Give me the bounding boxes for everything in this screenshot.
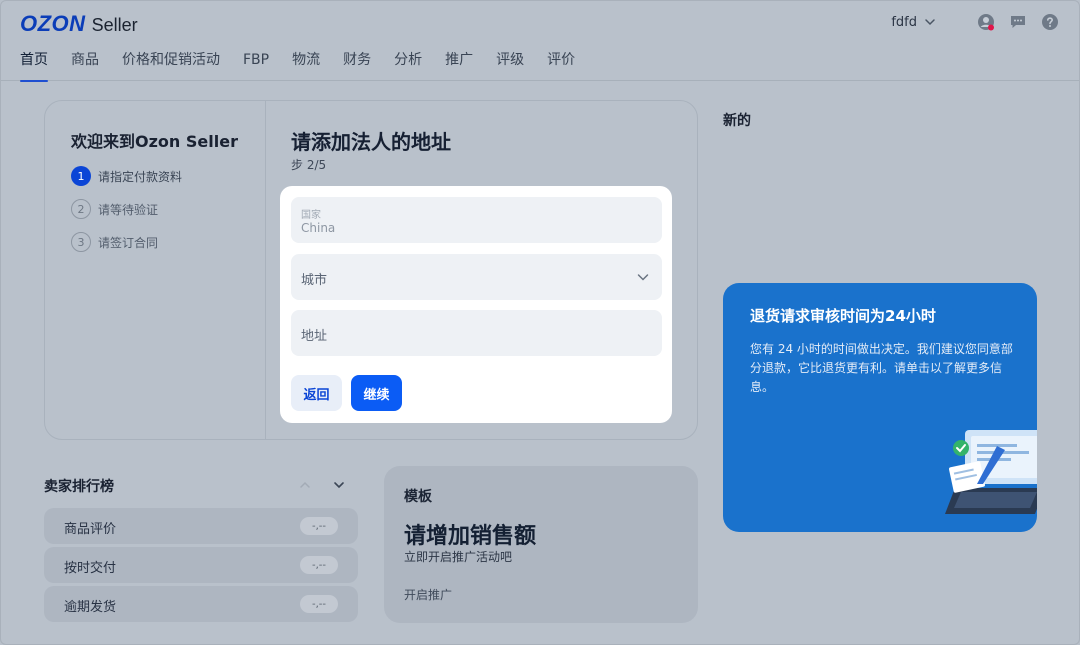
rating-row[interactable]: 逾期发货 -,--	[44, 586, 358, 622]
main-nav: 首页 商品 价格和促销活动 FBP 物流 财务 分析 推广 评级 评价	[20, 49, 598, 82]
city-select[interactable]: 城市	[291, 254, 662, 300]
divider	[265, 101, 266, 439]
address-form: 国家 China 城市 地址 返回 继续	[280, 186, 672, 423]
template-tag: 模板	[404, 489, 432, 505]
step-item: 3 请签订合同	[71, 232, 182, 252]
header-actions: fdfd	[891, 11, 1059, 33]
rating-value: -,--	[300, 595, 338, 613]
template-title: 请增加销售额	[404, 524, 537, 549]
laptop-document-illustration-icon	[945, 430, 1037, 514]
nav-products[interactable]: 商品	[71, 49, 99, 81]
continue-button[interactable]: 继续	[351, 375, 402, 411]
chevron-up-icon[interactable]	[297, 477, 313, 493]
form-title: 请添加法人的地址	[291, 130, 451, 154]
rating-row[interactable]: 按时交付 -,--	[44, 547, 358, 583]
nav-promotion[interactable]: 推广	[445, 49, 473, 81]
step-label: 请指定付款资料	[98, 169, 183, 184]
rating-row[interactable]: 商品评价 -,--	[44, 508, 358, 544]
news-title: 新的	[723, 113, 751, 129]
city-placeholder: 城市	[301, 273, 328, 288]
help-icon[interactable]	[1041, 13, 1059, 31]
rating-label: 逾期发货	[64, 600, 117, 615]
chevron-down-icon[interactable]	[923, 15, 937, 29]
logo-product: Seller	[91, 15, 138, 35]
address-placeholder: 地址	[301, 329, 328, 344]
form-step: 步 2/5	[291, 158, 327, 172]
rating-value: -,--	[300, 556, 338, 574]
chevron-down-icon	[637, 274, 649, 281]
logo-brand: OZON	[20, 11, 86, 36]
top-bar: OZON Seller fdfd 首页 商品 价格和促销活动 FBP 物流 财务…	[1, 1, 1079, 82]
step-number: 3	[71, 232, 91, 252]
step-label: 请等待验证	[98, 202, 159, 217]
welcome-title: 欢迎来到Ozon Seller	[71, 132, 238, 151]
promo-text: 您有 24 小时的时间做出决定。我们建议您同意部分退款，它比退货更有利。请单击以…	[750, 342, 1013, 394]
nav-fbp[interactable]: FBP	[243, 49, 269, 81]
step-number: 2	[71, 199, 91, 219]
template-card: 模板 请增加销售额 立即开启推广活动吧 开启推广	[384, 466, 698, 623]
step-item: 2 请等待验证	[71, 199, 182, 219]
step-number: 1	[71, 166, 91, 186]
back-button[interactable]: 返回	[291, 375, 342, 411]
nav-analytics[interactable]: 分析	[394, 49, 422, 81]
nav-rating[interactable]: 评级	[496, 49, 524, 81]
nav-reviews[interactable]: 评价	[547, 49, 575, 81]
account-icon[interactable]	[977, 13, 995, 31]
app-frame: OZON Seller fdfd 首页 商品 价格和促销活动 FBP 物流 财务…	[0, 0, 1080, 645]
rating-label: 按时交付	[64, 561, 117, 576]
nav-finance[interactable]: 财务	[343, 49, 371, 81]
logo[interactable]: OZON Seller	[20, 11, 138, 37]
address-input[interactable]: 地址	[291, 310, 662, 356]
chevron-down-icon[interactable]	[331, 477, 347, 493]
onboarding-steps: 1 请指定付款资料 2 请等待验证 3 请签订合同	[71, 166, 182, 265]
nav-logistics[interactable]: 物流	[292, 49, 320, 81]
returns-promo-card[interactable]: 退货请求审核时间为24小时 您有 24 小时的时间做出决定。我们建议您同意部分退…	[723, 283, 1037, 532]
country-value: China	[301, 221, 336, 235]
rating-label: 商品评价	[64, 522, 117, 537]
step-label: 请签订合同	[98, 235, 159, 250]
step-item: 1 请指定付款资料	[71, 166, 182, 186]
template-subtitle: 立即开启推广活动吧	[404, 550, 513, 564]
country-field: 国家 China	[291, 197, 662, 243]
nav-prices-promotions[interactable]: 价格和促销活动	[122, 49, 220, 81]
user-name[interactable]: fdfd	[891, 15, 917, 30]
country-label: 国家	[301, 210, 321, 221]
rating-value: -,--	[300, 517, 338, 535]
seller-rating-title: 卖家排行榜	[44, 479, 114, 495]
nav-home[interactable]: 首页	[20, 49, 48, 82]
promo-title: 退货请求审核时间为24小时	[750, 307, 936, 325]
chat-icon[interactable]	[1009, 13, 1027, 31]
start-promotion-link[interactable]: 开启推广	[404, 586, 452, 603]
